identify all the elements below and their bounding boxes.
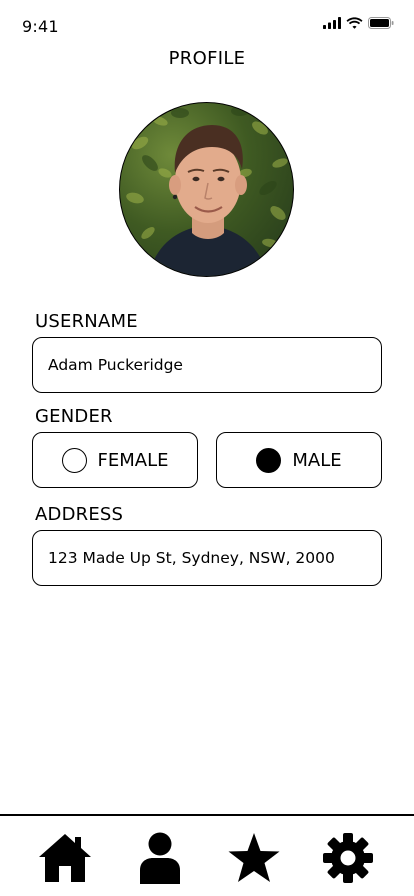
bottom-tab-bar [0, 814, 414, 896]
tab-favorites[interactable] [226, 830, 282, 886]
cellular-signal-icon [323, 17, 341, 29]
status-time: 9:41 [22, 17, 59, 36]
status-bar: 9:41 [0, 0, 414, 48]
username-label: USERNAME [35, 311, 138, 332]
star-icon [228, 833, 280, 882]
user-icon [140, 832, 180, 884]
gear-icon [323, 833, 373, 883]
tab-home[interactable] [37, 830, 93, 886]
battery-icon [368, 17, 394, 29]
page-title: PROFILE [168, 48, 246, 69]
profile-screen: 9:41 PROFILE USERNAME Adam Puckeridge GE… [0, 0, 414, 896]
username-input[interactable]: Adam Puckeridge [32, 337, 382, 393]
gender-option-female[interactable]: FEMALE [32, 432, 198, 488]
radio-selected-icon [256, 447, 282, 473]
gender-label: GENDER [35, 406, 113, 427]
status-icons [323, 17, 394, 29]
radio-unselected-icon [61, 447, 87, 473]
address-label: ADDRESS [35, 504, 124, 525]
home-icon [39, 834, 91, 882]
profile-photo [126, 106, 288, 276]
gender-option-male[interactable]: MALE [216, 432, 382, 488]
gender-option-female-label: FEMALE [97, 449, 169, 471]
gender-option-male-label: MALE [292, 449, 342, 471]
tab-settings[interactable] [320, 830, 376, 886]
wifi-icon [346, 17, 363, 29]
tab-profile[interactable] [132, 830, 188, 886]
profile-avatar[interactable] [119, 102, 294, 277]
address-input[interactable]: 123 Made Up St, Sydney, NSW, 2000 [32, 530, 382, 586]
